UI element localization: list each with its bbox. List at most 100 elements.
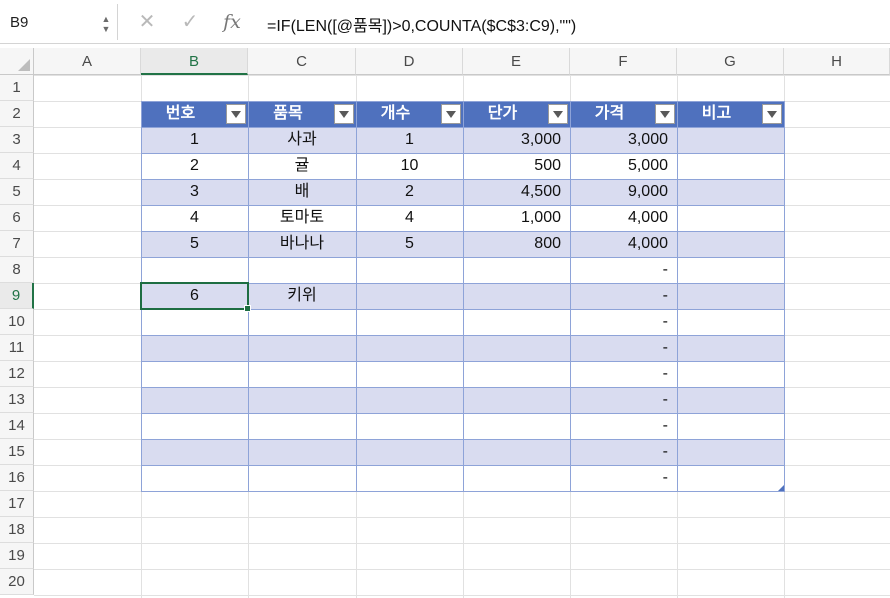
table-cell-item[interactable] (248, 387, 356, 413)
table-cell-number[interactable] (141, 309, 248, 335)
table-cell-count[interactable] (356, 257, 463, 283)
table-cell-note[interactable] (677, 309, 784, 335)
table-cell-unit-price[interactable] (463, 361, 570, 387)
table-cell-price[interactable]: - (570, 335, 677, 361)
row-header-5[interactable]: 5 (0, 179, 34, 205)
table-cell-number[interactable] (141, 413, 248, 439)
table-header-cell[interactable]: 가격 (570, 101, 677, 127)
table-cell-number[interactable] (141, 387, 248, 413)
row-header-7[interactable]: 7 (0, 231, 34, 257)
column-header-g[interactable]: G (677, 48, 784, 75)
table-header-cell[interactable]: 비고 (677, 101, 784, 127)
filter-dropdown-button[interactable] (655, 104, 675, 124)
table-cell-unit-price[interactable]: 500 (463, 153, 570, 179)
column-header-h[interactable]: H (784, 48, 890, 75)
row-header-6[interactable]: 6 (0, 205, 34, 231)
table-cell-number[interactable] (141, 439, 248, 465)
table-cell-item[interactable] (248, 361, 356, 387)
table-cell-unit-price[interactable]: 1,000 (463, 205, 570, 231)
table-cell-count[interactable] (356, 387, 463, 413)
table-cell-unit-price[interactable] (463, 387, 570, 413)
table-cell-number[interactable] (141, 465, 248, 491)
table-cell-note[interactable] (677, 127, 784, 153)
table-cell-note[interactable] (677, 387, 784, 413)
row-header-15[interactable]: 15 (0, 439, 34, 465)
filter-dropdown-button[interactable] (548, 104, 568, 124)
table-cell-count[interactable] (356, 283, 463, 309)
filter-dropdown-button[interactable] (762, 104, 782, 124)
worksheet-grid[interactable]: A B C D E F G H 1 2 3 4 5 6 7 8 9 10 11 12 13 14 15 16 17 18 19 20 번… (0, 48, 890, 598)
table-cell-price[interactable]: - (570, 387, 677, 413)
row-header-4[interactable]: 4 (0, 153, 34, 179)
table-cell-unit-price[interactable] (463, 257, 570, 283)
table-cell-item[interactable]: 키위 (248, 283, 356, 309)
table-header-cell[interactable]: 개수 (356, 101, 463, 127)
table-cell-unit-price[interactable] (463, 465, 570, 491)
table-cell-number[interactable]: 1 (141, 127, 248, 153)
select-all-corner[interactable] (0, 48, 34, 75)
row-header-11[interactable]: 11 (0, 335, 34, 361)
select-all-icon[interactable] (18, 59, 30, 71)
table-cell-item[interactable]: 바나나 (248, 231, 356, 257)
table-cell-note[interactable] (677, 257, 784, 283)
table-cell-unit-price[interactable] (463, 439, 570, 465)
table-cell-item[interactable]: 귤 (248, 153, 356, 179)
table-cell-number[interactable] (141, 361, 248, 387)
table-header-cell[interactable]: 품목 (248, 101, 356, 127)
name-box[interactable]: B9 ▲ ▼ (0, 4, 118, 40)
table-cell-number[interactable]: 2 (141, 153, 248, 179)
table-cell-number[interactable] (141, 335, 248, 361)
row-header-8[interactable]: 8 (0, 257, 34, 283)
table-cell-item[interactable] (248, 465, 356, 491)
filter-dropdown-button[interactable] (441, 104, 461, 124)
table-cell-number[interactable]: 5 (141, 231, 248, 257)
row-header-12[interactable]: 12 (0, 361, 34, 387)
table-cell-unit-price[interactable] (463, 413, 570, 439)
row-header-19[interactable]: 19 (0, 543, 34, 569)
table-cell-count[interactable]: 10 (356, 153, 463, 179)
table-cell-number[interactable]: 4 (141, 205, 248, 231)
table-cell-count[interactable] (356, 465, 463, 491)
name-box-value[interactable]: B9 (10, 14, 28, 31)
row-header-16[interactable]: 16 (0, 465, 34, 491)
table-cell-note[interactable] (677, 413, 784, 439)
check-icon[interactable]: ✓ (177, 8, 203, 36)
table-resize-handle-icon[interactable] (778, 485, 784, 491)
filter-dropdown-button[interactable] (334, 104, 354, 124)
column-header-f[interactable]: F (570, 48, 677, 75)
table-cell-note[interactable] (677, 231, 784, 257)
table-cell-unit-price[interactable] (463, 283, 570, 309)
column-header-a[interactable]: A (34, 48, 141, 75)
row-header-3[interactable]: 3 (0, 127, 34, 153)
row-header-20[interactable]: 20 (0, 569, 34, 595)
table-cell-price[interactable]: - (570, 439, 677, 465)
table-cell-number[interactable]: 3 (141, 179, 248, 205)
table-cell-note[interactable] (677, 179, 784, 205)
table-cell-price[interactable]: 9,000 (570, 179, 677, 205)
table-cell-price[interactable]: - (570, 361, 677, 387)
row-header-18[interactable]: 18 (0, 517, 34, 543)
table-cell-count[interactable] (356, 439, 463, 465)
table-cell-count[interactable] (356, 361, 463, 387)
row-header-2[interactable]: 2 (0, 101, 34, 127)
table-cell-price[interactable]: - (570, 283, 677, 309)
active-cell-selection[interactable] (140, 282, 249, 310)
table-cell-count[interactable] (356, 309, 463, 335)
table-cell-price[interactable]: 4,000 (570, 205, 677, 231)
table-cell-item[interactable]: 사과 (248, 127, 356, 153)
table-cell-count[interactable]: 1 (356, 127, 463, 153)
row-header-10[interactable]: 10 (0, 309, 34, 335)
column-header-d[interactable]: D (356, 48, 463, 75)
table-cell-item[interactable]: 배 (248, 179, 356, 205)
table-cell-unit-price[interactable] (463, 335, 570, 361)
table-cell-price[interactable]: - (570, 309, 677, 335)
table-cell-price[interactable]: 3,000 (570, 127, 677, 153)
table-cell-note[interactable] (677, 361, 784, 387)
table-cell-note[interactable] (677, 205, 784, 231)
table-cell-unit-price[interactable]: 3,000 (463, 127, 570, 153)
table-cell-item[interactable] (248, 439, 356, 465)
table-cell-item[interactable]: 토마토 (248, 205, 356, 231)
table-cell-note[interactable] (677, 465, 784, 491)
table-cell-item[interactable] (248, 335, 356, 361)
table-cell-item[interactable] (248, 309, 356, 335)
